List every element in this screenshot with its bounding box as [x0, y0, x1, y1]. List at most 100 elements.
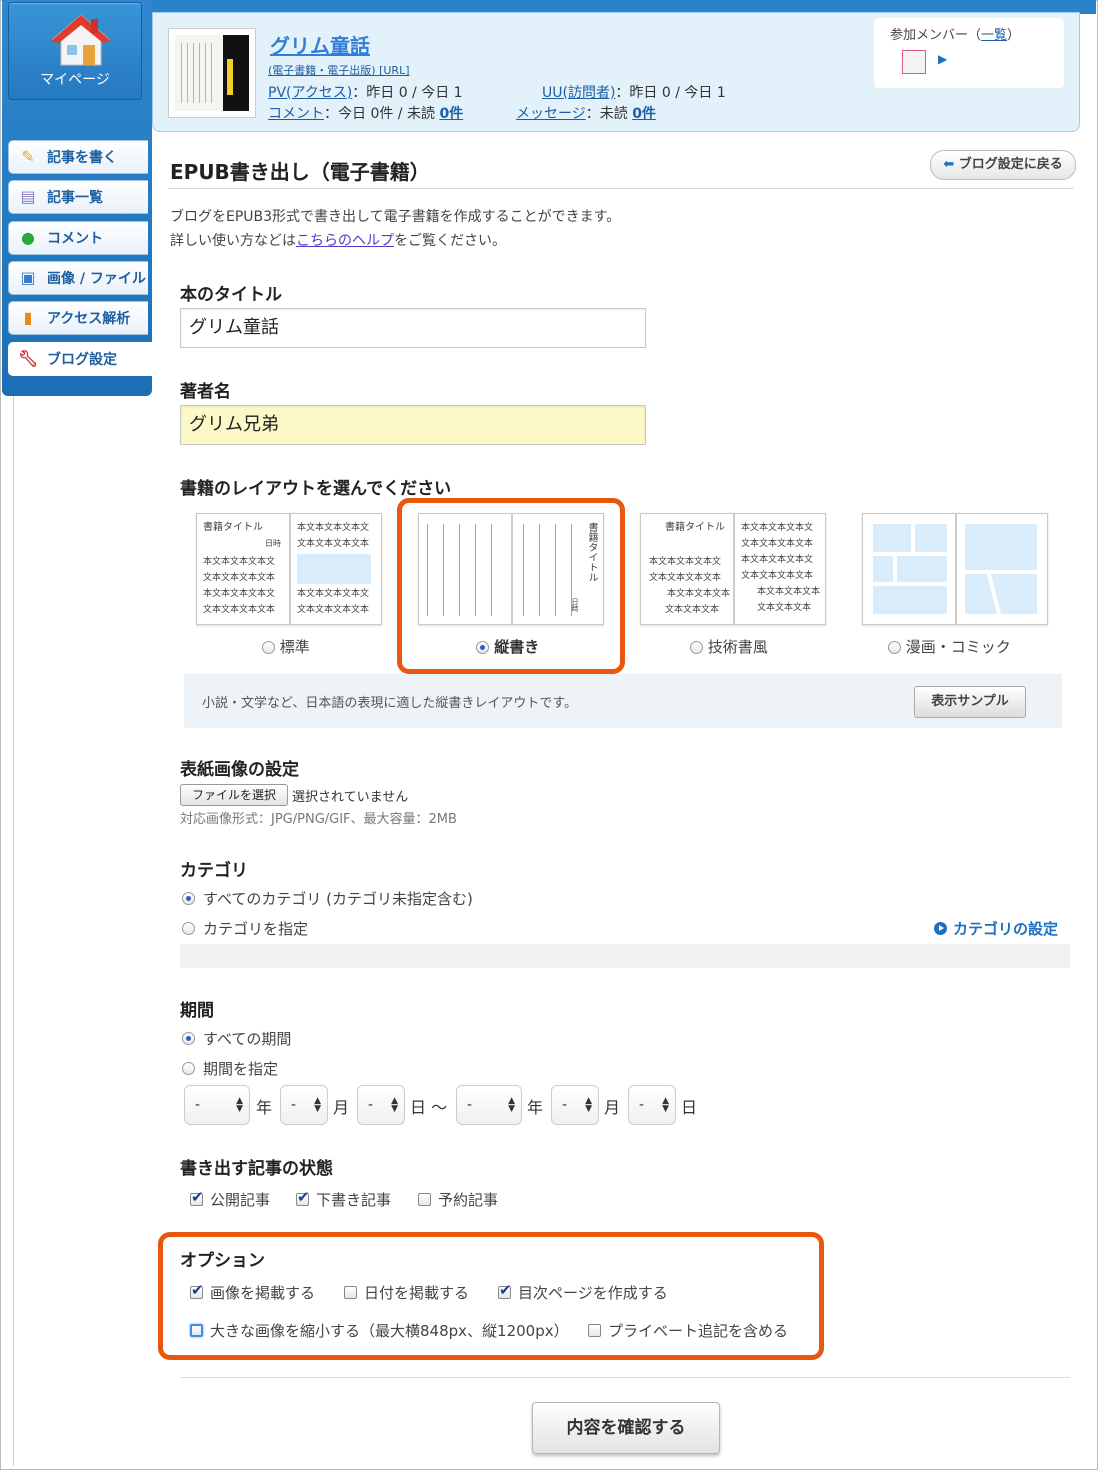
- title-divider: [168, 188, 1074, 189]
- mypage-button[interactable]: マイページ: [8, 2, 142, 100]
- mini-text: 本文本文本文本文: [297, 589, 370, 599]
- layout-highlight-frame: [397, 498, 625, 674]
- layout-technical-preview[interactable]: 書籍タイトル 本文本文本文本文 文本文本文本文本 本文本文本文本 文本文本文本 …: [640, 513, 826, 625]
- sidebar-item-images[interactable]: ▣ 画像 / ファイル: [8, 261, 148, 295]
- book-title-input[interactable]: グリム童話: [180, 308, 646, 348]
- back-button-label: ブログ設定に戻る: [958, 157, 1063, 172]
- uu-link[interactable]: UU(訪問者): [542, 85, 615, 101]
- option-label: カテゴリを指定: [203, 920, 309, 938]
- layout-comic-preview[interactable]: [862, 513, 1048, 625]
- comic-panels-icon: [873, 524, 1037, 614]
- radio-button[interactable]: [262, 641, 275, 654]
- pv-value: ：昨日 0 / 今日 1: [352, 85, 463, 101]
- blog-subtitle-link[interactable]: (電子書籍・電子出版) [URL]: [268, 62, 410, 78]
- sidebar-item-blog-settings[interactable]: 🔧︎ ブログ設定: [8, 342, 152, 376]
- start-year-select[interactable]: - ▲ ▼: [184, 1085, 250, 1125]
- sidebar-item-comments[interactable]: ● コメント: [8, 221, 148, 255]
- thumbnail-accent: [227, 59, 233, 95]
- choose-file-button[interactable]: ファイルを選択: [180, 784, 288, 806]
- end-day-select[interactable]: - ▲ ▼: [628, 1085, 676, 1125]
- sidebar-item-analytics[interactable]: ▮ アクセス解析: [8, 301, 148, 335]
- option-shrink-images[interactable]: 大きな画像を縮小する（最大横848px、縦1200px）: [190, 1320, 569, 1341]
- comment-unread-link[interactable]: 0件: [439, 106, 463, 122]
- pv-link[interactable]: PV(アクセス): [268, 85, 352, 101]
- option-label: 技術書風: [707, 638, 768, 656]
- confirm-button[interactable]: 内容を確認する: [532, 1402, 720, 1454]
- mini-text: 文本文本文本文本: [203, 605, 276, 615]
- category-option-all[interactable]: すべてのカテゴリ (カテゴリ未指定含む): [182, 888, 473, 909]
- checkbox[interactable]: [190, 1281, 204, 1299]
- radio-button[interactable]: [690, 641, 703, 654]
- layout-option-technical[interactable]: 技術書風: [690, 636, 768, 657]
- message-stat: メッセージ：未読 0件: [516, 103, 656, 123]
- checkbox[interactable]: [498, 1281, 512, 1299]
- layout-option-comic[interactable]: 漫画・コミック: [888, 636, 1011, 657]
- mini-text: 文本文本文本文本: [649, 573, 722, 583]
- option-include-images[interactable]: 画像を掲載する: [190, 1281, 315, 1303]
- mini-image: [297, 554, 371, 584]
- thumbnail-text: [181, 43, 217, 103]
- back-to-settings-button[interactable]: ⬅ ブログ設定に戻る: [930, 150, 1076, 180]
- unit-month: 月: [333, 1098, 350, 1117]
- house-icon: [51, 14, 111, 66]
- category-option-specify[interactable]: カテゴリを指定: [182, 918, 308, 939]
- radio-button[interactable]: [182, 922, 195, 935]
- mini-text: 本文本文本文本文: [649, 557, 722, 567]
- radio-button[interactable]: [182, 1032, 195, 1045]
- start-month-select[interactable]: - ▲ ▼: [280, 1085, 328, 1125]
- status-published[interactable]: 公開記事: [190, 1188, 271, 1210]
- unit-year: 年: [527, 1098, 544, 1117]
- arrow-left-icon: ⬅: [943, 157, 955, 172]
- blog-thumbnail[interactable]: [168, 28, 256, 118]
- radio-button[interactable]: [182, 1062, 195, 1075]
- status-scheduled[interactable]: 予約記事: [418, 1189, 498, 1210]
- start-day-select[interactable]: - ▲ ▼: [357, 1085, 405, 1125]
- period-label: 期間: [180, 1001, 214, 1021]
- category-settings-link[interactable]: カテゴリの設定: [934, 918, 1058, 939]
- sidebar-item-articles[interactable]: ▤ 記事一覧: [8, 180, 148, 214]
- member-avatar[interactable]: [902, 50, 926, 74]
- message-link[interactable]: メッセージ: [516, 106, 586, 122]
- period-option-all[interactable]: すべての期間: [182, 1028, 291, 1049]
- period-option-specify[interactable]: 期間を指定: [182, 1058, 278, 1079]
- checkbox[interactable]: [588, 1324, 601, 1337]
- caret-right-icon[interactable]: ▶: [938, 52, 947, 66]
- mini-text: 本文本文本文本文: [203, 557, 276, 567]
- mini-title: 書籍タイトル: [203, 522, 263, 533]
- link-label: カテゴリの設定: [953, 920, 1059, 938]
- radio-button[interactable]: [182, 892, 195, 905]
- blog-title-link[interactable]: グリム童話: [270, 30, 370, 59]
- option-label: 公開記事: [210, 1191, 271, 1209]
- layout-option-standard[interactable]: 標準: [262, 636, 310, 657]
- layout-standard-preview[interactable]: 書籍タイトル 日時 本文本文本文本文 文本文本文本文本 本文本文本文本文 文本文…: [196, 513, 382, 625]
- members-list-link[interactable]: 一覧: [981, 28, 1007, 43]
- wrench-icon: 🔧︎: [17, 349, 39, 368]
- end-year-select[interactable]: - ▲ ▼: [456, 1085, 522, 1125]
- radio-button[interactable]: [888, 641, 901, 654]
- mini-text: 本文本文本文本文: [741, 555, 814, 565]
- author-input[interactable]: グリム兄弟: [180, 405, 646, 445]
- checkbox[interactable]: [296, 1188, 310, 1206]
- mini-text: 本文本文本文本: [667, 589, 731, 599]
- help-link[interactable]: こちらのヘルプ: [296, 233, 394, 249]
- checkbox[interactable]: [190, 1188, 204, 1206]
- checkbox[interactable]: [418, 1193, 431, 1206]
- option-include-date[interactable]: 日付を掲載する: [344, 1282, 469, 1303]
- checkbox[interactable]: [344, 1286, 357, 1299]
- mini-text: 文本文本文本: [665, 605, 720, 615]
- message-unread-link[interactable]: 0件: [632, 106, 656, 122]
- mini-text: 文本文本文本文本: [203, 573, 276, 583]
- sidebar-item-write[interactable]: ✎ 記事を書く: [8, 140, 148, 174]
- option-create-toc[interactable]: 目次ページを作成する: [498, 1281, 668, 1303]
- options-label: オプション: [180, 1251, 265, 1271]
- comment-stat: コメント：今日 0件 / 未読 0件: [268, 103, 463, 123]
- end-month-select[interactable]: - ▲ ▼: [551, 1085, 599, 1125]
- sample-button[interactable]: 表示サンプル: [914, 686, 1026, 718]
- layout-label: 書籍のレイアウトを選んでください: [180, 479, 452, 499]
- option-include-private[interactable]: プライベート追記を含める: [588, 1320, 788, 1341]
- comment-value: ：今日 0件 / 未読: [324, 106, 435, 122]
- status-draft[interactable]: 下書き記事: [296, 1188, 391, 1210]
- file-status: 選択されていません: [292, 790, 409, 805]
- checkbox[interactable]: [190, 1324, 203, 1337]
- comment-link[interactable]: コメント: [268, 106, 324, 122]
